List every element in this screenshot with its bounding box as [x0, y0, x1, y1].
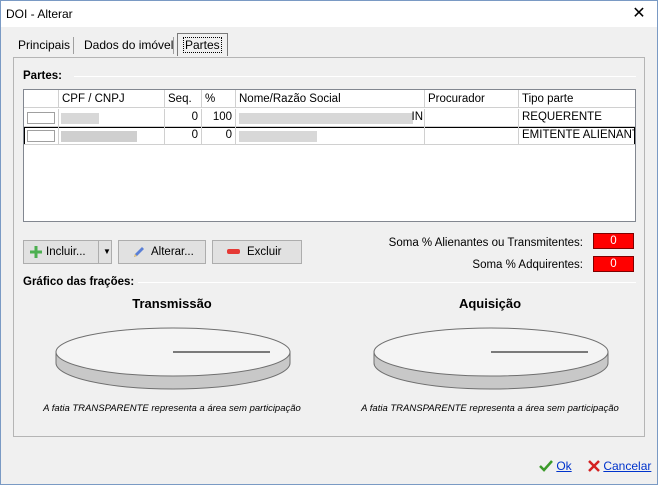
col-header-seq[interactable]: Seq. — [165, 90, 202, 108]
cancelar-label: Cancelar — [603, 459, 652, 473]
grafico-group-label: Gráfico das frações: — [23, 276, 138, 288]
soma-adquirentes-label: Soma % Adquirentes: — [472, 259, 583, 271]
minus-icon — [227, 249, 240, 254]
table-row[interactable]: 0 100 IN REQUERENTE — [24, 109, 635, 127]
redacted-nome — [239, 113, 413, 124]
row-checkbox-cell[interactable] — [24, 127, 59, 145]
tab-dados-imovel[interactable]: Dados do imóvel — [79, 34, 178, 56]
window-title: DOI - Alterar — [6, 7, 73, 21]
tab-separator — [73, 37, 74, 54]
tab-label: Partes — [183, 37, 222, 53]
group-divider — [74, 76, 636, 77]
split-divider — [98, 241, 99, 263]
x-icon — [588, 460, 600, 472]
soma-alienantes-label: Soma % Alienantes ou Transmitentes: — [388, 237, 583, 249]
nome-suffix: IN — [411, 111, 424, 123]
cell-cpf — [59, 109, 165, 127]
cell-seq: 0 — [165, 127, 202, 145]
tab-label: Dados do imóvel — [84, 38, 174, 52]
transmissao-pie-chart — [55, 327, 291, 390]
soma-adquirentes-value: 0 — [593, 256, 634, 272]
col-header-check — [24, 90, 59, 108]
col-header-tipo[interactable]: Tipo parte — [519, 90, 635, 108]
cell-nome: IN — [236, 109, 425, 127]
row-checkbox[interactable] — [27, 112, 55, 124]
tab-separator — [173, 37, 174, 54]
redacted-cpf — [61, 113, 99, 124]
aquisicao-pie-chart — [373, 327, 609, 390]
ok-label: Ok — [556, 459, 572, 473]
close-icon[interactable]: ✕ — [629, 4, 649, 24]
col-header-nome[interactable]: Nome/Razão Social — [236, 90, 425, 108]
group-divider — [138, 282, 636, 283]
cell-percent: 100 — [202, 109, 236, 127]
tab-principais[interactable]: Principais — [13, 34, 75, 56]
row-checkbox-cell[interactable] — [24, 109, 59, 127]
soma-alienantes-value: 0 — [593, 233, 634, 249]
aquisicao-caption: A fatia TRANSPARENTE representa a área s… — [361, 403, 619, 414]
grid-header: CPF / CNPJ Seq. % Nome/Razão Social Proc… — [24, 90, 635, 108]
dialog-window: DOI - Alterar ✕ Principais Dados do imóv… — [0, 0, 658, 485]
partes-group-label: Partes: — [23, 70, 65, 82]
table-row[interactable]: 0 0 EMITENTE ALIENANT — [24, 127, 635, 145]
alterar-button[interactable]: Alterar... — [118, 240, 206, 264]
excluir-label: Excluir — [247, 246, 282, 258]
row-checkbox[interactable] — [27, 130, 55, 142]
check-icon — [539, 460, 553, 472]
cell-procurador — [425, 127, 519, 145]
cancelar-button[interactable]: Cancelar — [588, 459, 651, 473]
tab-partes[interactable]: Partes — [177, 33, 228, 56]
alterar-label: Alterar... — [151, 246, 194, 258]
plus-icon — [30, 246, 42, 258]
transmissao-caption: A fatia TRANSPARENTE representa a área s… — [43, 403, 301, 414]
incluir-label: Incluir... — [46, 246, 86, 258]
title-bar[interactable]: DOI - Alterar ✕ — [1, 1, 657, 27]
cell-percent: 0 — [202, 127, 236, 145]
tab-label: Principais — [18, 38, 71, 52]
pencil-icon — [134, 247, 144, 257]
col-header-procurador[interactable]: Procurador — [425, 90, 519, 108]
cell-nome — [236, 127, 425, 145]
chevron-down-icon[interactable]: ▼ — [103, 241, 111, 263]
cell-tipo: EMITENTE ALIENANT — [519, 127, 635, 145]
cell-seq: 0 — [165, 109, 202, 127]
col-header-percent[interactable]: % — [202, 90, 236, 108]
partes-grid[interactable]: CPF / CNPJ Seq. % Nome/Razão Social Proc… — [23, 89, 636, 222]
col-header-cpf[interactable]: CPF / CNPJ — [59, 90, 165, 108]
aquisicao-title: Aquisição — [458, 296, 522, 311]
cell-cpf — [59, 127, 165, 145]
tab-panel-partes: Partes: CPF / CNPJ Seq. % Nome/Razão Soc… — [13, 57, 645, 437]
transmissao-title: Transmissão — [132, 296, 212, 311]
incluir-button[interactable]: Incluir... ▼ — [23, 240, 112, 264]
redacted-cpf — [61, 131, 137, 142]
redacted-nome — [239, 131, 317, 142]
cell-procurador — [425, 109, 519, 127]
cell-tipo: REQUERENTE — [519, 109, 635, 127]
ok-button[interactable]: Ok — [539, 459, 572, 473]
excluir-button[interactable]: Excluir — [212, 240, 302, 264]
